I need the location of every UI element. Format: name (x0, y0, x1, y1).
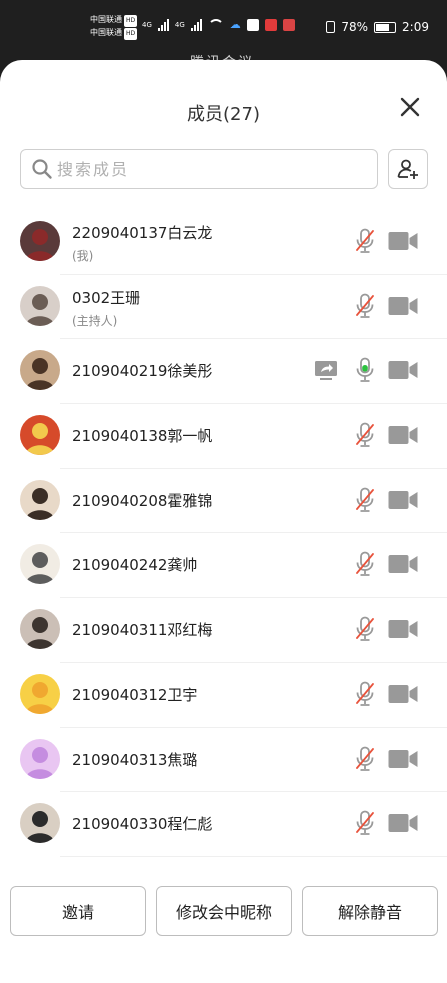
mic-muted-icon[interactable] (354, 551, 376, 577)
avatar (20, 479, 60, 520)
signal-icon-2 (190, 18, 202, 31)
signal-icon (157, 18, 169, 31)
member-row[interactable]: 2109040311邓红梅 (0, 598, 447, 663)
hd-badge-1: HD (124, 15, 138, 27)
search-icon (32, 159, 52, 179)
member-row[interactable]: 2109040330程仁彪 (0, 792, 447, 857)
mic-muted-icon[interactable] (354, 422, 376, 448)
mic-muted-icon[interactable] (354, 616, 376, 642)
member-name: 2109040138郭一帆 (72, 427, 213, 446)
mic-muted-icon[interactable] (354, 746, 376, 772)
member-name: 2109040311邓红梅 (72, 621, 213, 640)
avatar (20, 673, 60, 714)
status-icons: 4G 4G ☁ (142, 18, 295, 31)
avatar (20, 285, 60, 326)
invite-button[interactable]: 邀请 (10, 886, 146, 936)
video-app-icon (264, 18, 277, 31)
member-name: 2109040242龚帅 (72, 556, 198, 575)
network-type-2: 4G (174, 20, 185, 29)
mic-muted-icon[interactable] (354, 228, 376, 254)
member-name: 2109040313焦璐 (72, 750, 198, 769)
avatar (20, 415, 60, 456)
mic-muted-icon[interactable] (354, 487, 376, 513)
member-row[interactable]: 2209040137白云龙 (我) (0, 210, 447, 275)
status-bar: 中国联通 HD 中国联通 HD 4G 4G ☁ 78% 2:09 (0, 0, 447, 58)
hd-badge-2: HD (124, 28, 138, 40)
status-right: 78% 2:09 (326, 20, 429, 34)
camera-off-icon[interactable] (388, 296, 418, 316)
member-row[interactable]: 2109040242龚帅 (0, 533, 447, 598)
avatar (20, 544, 60, 585)
battery-icon (374, 21, 397, 33)
vibrate-icon (326, 21, 336, 33)
camera-off-icon[interactable] (388, 490, 418, 510)
camera-off-icon[interactable] (388, 554, 418, 574)
mail-icon (246, 18, 259, 31)
mic-muted-icon[interactable] (354, 810, 376, 836)
rename-button[interactable]: 修改会中昵称 (156, 886, 292, 936)
member-row[interactable]: 2109040313焦璐 (0, 728, 447, 793)
member-name: 2109040312卫宇 (72, 685, 198, 704)
camera-off-icon[interactable] (388, 684, 418, 704)
member-name: 2109040208霍雅锦 (72, 491, 213, 510)
cloud-icon: ☁ (229, 18, 241, 31)
member-role: (我) (72, 249, 94, 263)
mic-muted-icon[interactable] (354, 681, 376, 707)
action-bar: 邀请 修改会中昵称 解除静音 (0, 886, 447, 936)
camera-off-icon[interactable] (388, 360, 418, 380)
camera-off-icon[interactable] (388, 425, 418, 445)
notification-app-icon (282, 18, 295, 31)
search-input[interactable] (57, 159, 357, 179)
avatar (20, 803, 60, 844)
screen-share-icon[interactable] (314, 359, 338, 381)
member-name: 2209040137白云龙 (72, 224, 213, 242)
avatar (20, 609, 60, 650)
carrier-info: 中国联通 HD 中国联通 HD (90, 14, 138, 40)
members-panel: 成员(27) 2209040137白云龙 (我) 0302王珊 (主持人) (0, 60, 447, 983)
member-name: 2109040219徐美彤 (72, 362, 213, 381)
member-name: 2109040330程仁彪 (72, 815, 213, 834)
member-row[interactable]: 2109040219徐美彤 (0, 339, 447, 404)
clock: 2:09 (402, 20, 429, 34)
member-role: (主持人) (72, 313, 118, 328)
camera-off-icon[interactable] (388, 619, 418, 639)
avatar (20, 221, 60, 261)
close-icon[interactable] (397, 94, 423, 120)
member-name: 0302王珊 (72, 288, 141, 307)
member-list: 2209040137白云龙 (我) 0302王珊 (主持人) 2109040219徐… (0, 210, 447, 857)
avatar (20, 350, 60, 391)
camera-off-icon[interactable] (388, 813, 418, 833)
avatar (20, 738, 60, 779)
unmute-button[interactable]: 解除静音 (302, 886, 438, 936)
member-row[interactable]: 2109040138郭一帆 (0, 404, 447, 469)
panel-title: 成员(27) (187, 104, 260, 125)
mic-muted-icon[interactable] (354, 293, 376, 319)
mic-on-icon[interactable] (354, 357, 376, 383)
camera-off-icon[interactable] (388, 231, 418, 251)
wifi-icon (207, 18, 224, 31)
network-type-1: 4G (142, 20, 152, 29)
add-person-icon (397, 159, 418, 179)
member-row[interactable]: 2109040312卫宇 (0, 663, 447, 728)
member-row[interactable]: 0302王珊 (主持人) (0, 275, 447, 340)
battery-percent: 78% (341, 20, 369, 34)
carrier-2: 中国联通 (90, 28, 122, 37)
member-row[interactable]: 2109040208霍雅锦 (0, 469, 447, 534)
add-member-button[interactable] (388, 149, 428, 189)
search-box[interactable] (20, 149, 378, 189)
camera-off-icon[interactable] (388, 749, 418, 769)
carrier-1: 中国联通 (90, 15, 122, 24)
